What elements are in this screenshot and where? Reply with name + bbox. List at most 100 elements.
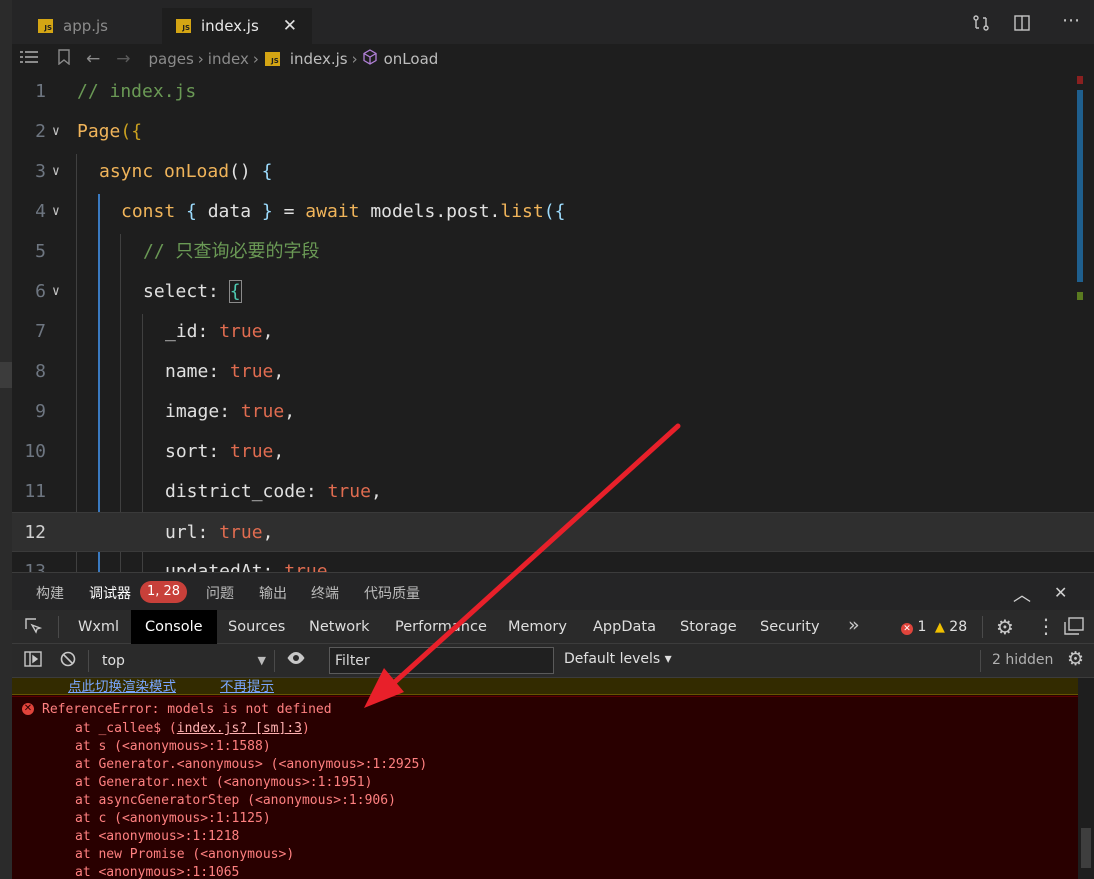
error-icon: ✕: [22, 703, 34, 715]
forward-arrow-icon[interactable]: →: [116, 49, 130, 69]
fold-chevron-icon[interactable]: ∨: [52, 192, 60, 232]
fold-chevron-icon[interactable]: ∨: [52, 272, 60, 312]
code-token: district_code: [165, 481, 306, 502]
line-number: 4: [35, 201, 46, 222]
source-link[interactable]: index.js? [sm]:3: [177, 721, 302, 736]
code-token: ({: [120, 121, 143, 142]
code-editor[interactable]: 1 // index.js 2 ∨ Page({ 3 ∨ async onLoa…: [12, 74, 1094, 572]
code-token: true: [219, 522, 263, 543]
stack-trace-line: at <anonymous>:1:1218: [75, 829, 240, 844]
panel-tab-code-quality[interactable]: 代码质量: [364, 583, 420, 603]
context-select[interactable]: top ▼: [96, 650, 266, 672]
warning-count: 28: [949, 619, 968, 635]
code-token: true: [219, 321, 263, 342]
code-token: :: [197, 321, 209, 342]
bottom-panel-header: 构建 调试器 1, 28 问题 输出 终端 代码质量 ︿ ✕: [12, 572, 1094, 610]
code-token: ,: [262, 522, 274, 543]
show-sidebar-icon[interactable]: [24, 651, 42, 671]
devtools-tab-wxml[interactable]: Wxml: [64, 610, 133, 644]
switch-render-mode-link[interactable]: 点此切换渲染模式: [68, 678, 176, 695]
breadcrumb: ← → pages › index › JS index.js › onLoad: [12, 44, 1094, 74]
line-number: 2: [35, 121, 46, 142]
inspect-element-icon[interactable]: [24, 617, 43, 640]
code-text: // 只查询必要的字段: [143, 241, 320, 262]
scroll-thumb[interactable]: [1077, 90, 1083, 282]
context-value: top: [102, 653, 125, 669]
devtools-tab-sources[interactable]: Sources: [214, 610, 299, 644]
js-file-icon: JS: [176, 19, 191, 33]
code-token: ,: [262, 321, 274, 342]
tab-label: app.js: [63, 17, 108, 35]
error-marker: [1077, 76, 1083, 84]
console-settings-gear-icon[interactable]: ⚙: [1067, 648, 1084, 670]
tab-index-js[interactable]: JS index.js ✕: [162, 8, 312, 44]
breadcrumb-item-pages[interactable]: pages: [149, 50, 194, 68]
devtools-tab-network[interactable]: Network: [295, 610, 384, 644]
fold-chevron-icon[interactable]: ∨: [52, 152, 60, 192]
code-line-5: 5 // 只查询必要的字段: [12, 232, 1094, 272]
bookmark-icon[interactable]: [58, 49, 70, 69]
collapse-panel-icon[interactable]: ︿: [1013, 581, 1031, 607]
devtools-tab-security[interactable]: Security: [746, 610, 834, 644]
hidden-messages-count: 2 hidden: [992, 652, 1054, 668]
code-token: name: [165, 361, 209, 382]
method-cube-icon: [362, 49, 378, 69]
console-output[interactable]: 点此切换渲染模式 不再提示 ✕ ReferenceError: models i…: [12, 678, 1078, 879]
code-token: list: [500, 201, 544, 222]
devtools-tab-console[interactable]: Console: [131, 610, 217, 644]
panel-tab-build[interactable]: 构建: [36, 583, 64, 603]
code-token: {: [261, 161, 273, 182]
devtools-tab-memory[interactable]: Memory: [494, 610, 581, 644]
code-token: }: [261, 201, 273, 222]
panel-tab-debugger[interactable]: 调试器: [89, 583, 131, 603]
line-number: 11: [24, 481, 46, 502]
list-icon[interactable]: [20, 50, 42, 68]
stack-trace-line: at <anonymous>:1:1065: [75, 865, 240, 879]
editor-scrollbar[interactable]: [1077, 74, 1083, 572]
code-token: =: [283, 201, 295, 222]
error-count: 1: [917, 619, 927, 635]
fold-chevron-icon[interactable]: ∨: [52, 112, 60, 152]
more-actions-icon[interactable]: ⋯: [1062, 10, 1080, 31]
compare-changes-icon[interactable]: [972, 14, 990, 36]
code-token: ({: [543, 201, 566, 222]
code-token: true: [230, 361, 274, 382]
code-token: data: [207, 201, 252, 222]
code-line-4: 4 ∨ const { data } = await models.post.l…: [12, 192, 1094, 232]
dock-side-icon[interactable]: [1064, 617, 1084, 640]
kebab-menu-icon[interactable]: ⋮: [1036, 614, 1056, 638]
console-filter-input[interactable]: [329, 647, 554, 674]
code-line-2: 2 ∨ Page({: [12, 112, 1094, 152]
close-tab-icon[interactable]: ✕: [283, 16, 297, 36]
split-editor-icon[interactable]: [1013, 14, 1031, 36]
console-warning-row: 点此切换渲染模式 不再提示: [12, 678, 1078, 695]
panel-tab-terminal[interactable]: 终端: [311, 583, 339, 603]
panel-tab-problems[interactable]: 问题: [206, 583, 234, 603]
dont-show-again-link[interactable]: 不再提示: [220, 678, 274, 695]
code-token: true: [327, 481, 371, 502]
devtools-tab-storage[interactable]: Storage: [666, 610, 751, 644]
divider: [58, 616, 59, 638]
scroll-thumb[interactable]: [1081, 828, 1091, 868]
tab-app-js[interactable]: JS app.js: [26, 8, 162, 44]
eye-icon[interactable]: [286, 649, 306, 670]
code-token: select: [143, 281, 209, 302]
settings-gear-icon[interactable]: ⚙: [996, 615, 1014, 639]
code-token: true: [284, 561, 328, 572]
more-tabs-icon[interactable]: »: [848, 614, 860, 636]
devtools-tab-performance[interactable]: Performance: [381, 610, 501, 644]
clear-console-icon[interactable]: [60, 651, 76, 671]
log-levels-select[interactable]: Default levels ▾: [564, 651, 672, 667]
code-token: const: [121, 201, 176, 222]
breadcrumb-item-file[interactable]: index.js: [290, 50, 348, 68]
issue-counter[interactable]: ✕ 1 ▲ 28: [901, 619, 967, 635]
code-token: :: [208, 361, 220, 382]
panel-tab-output[interactable]: 输出: [259, 583, 287, 603]
breadcrumb-item-symbol[interactable]: onLoad: [384, 50, 439, 68]
back-arrow-icon[interactable]: ←: [86, 49, 100, 69]
close-panel-icon[interactable]: ✕: [1054, 583, 1067, 602]
console-scrollbar[interactable]: [1078, 678, 1094, 879]
devtools-tab-appdata[interactable]: AppData: [579, 610, 670, 644]
code-token: Page: [77, 121, 121, 142]
breadcrumb-item-index[interactable]: index: [208, 50, 249, 68]
